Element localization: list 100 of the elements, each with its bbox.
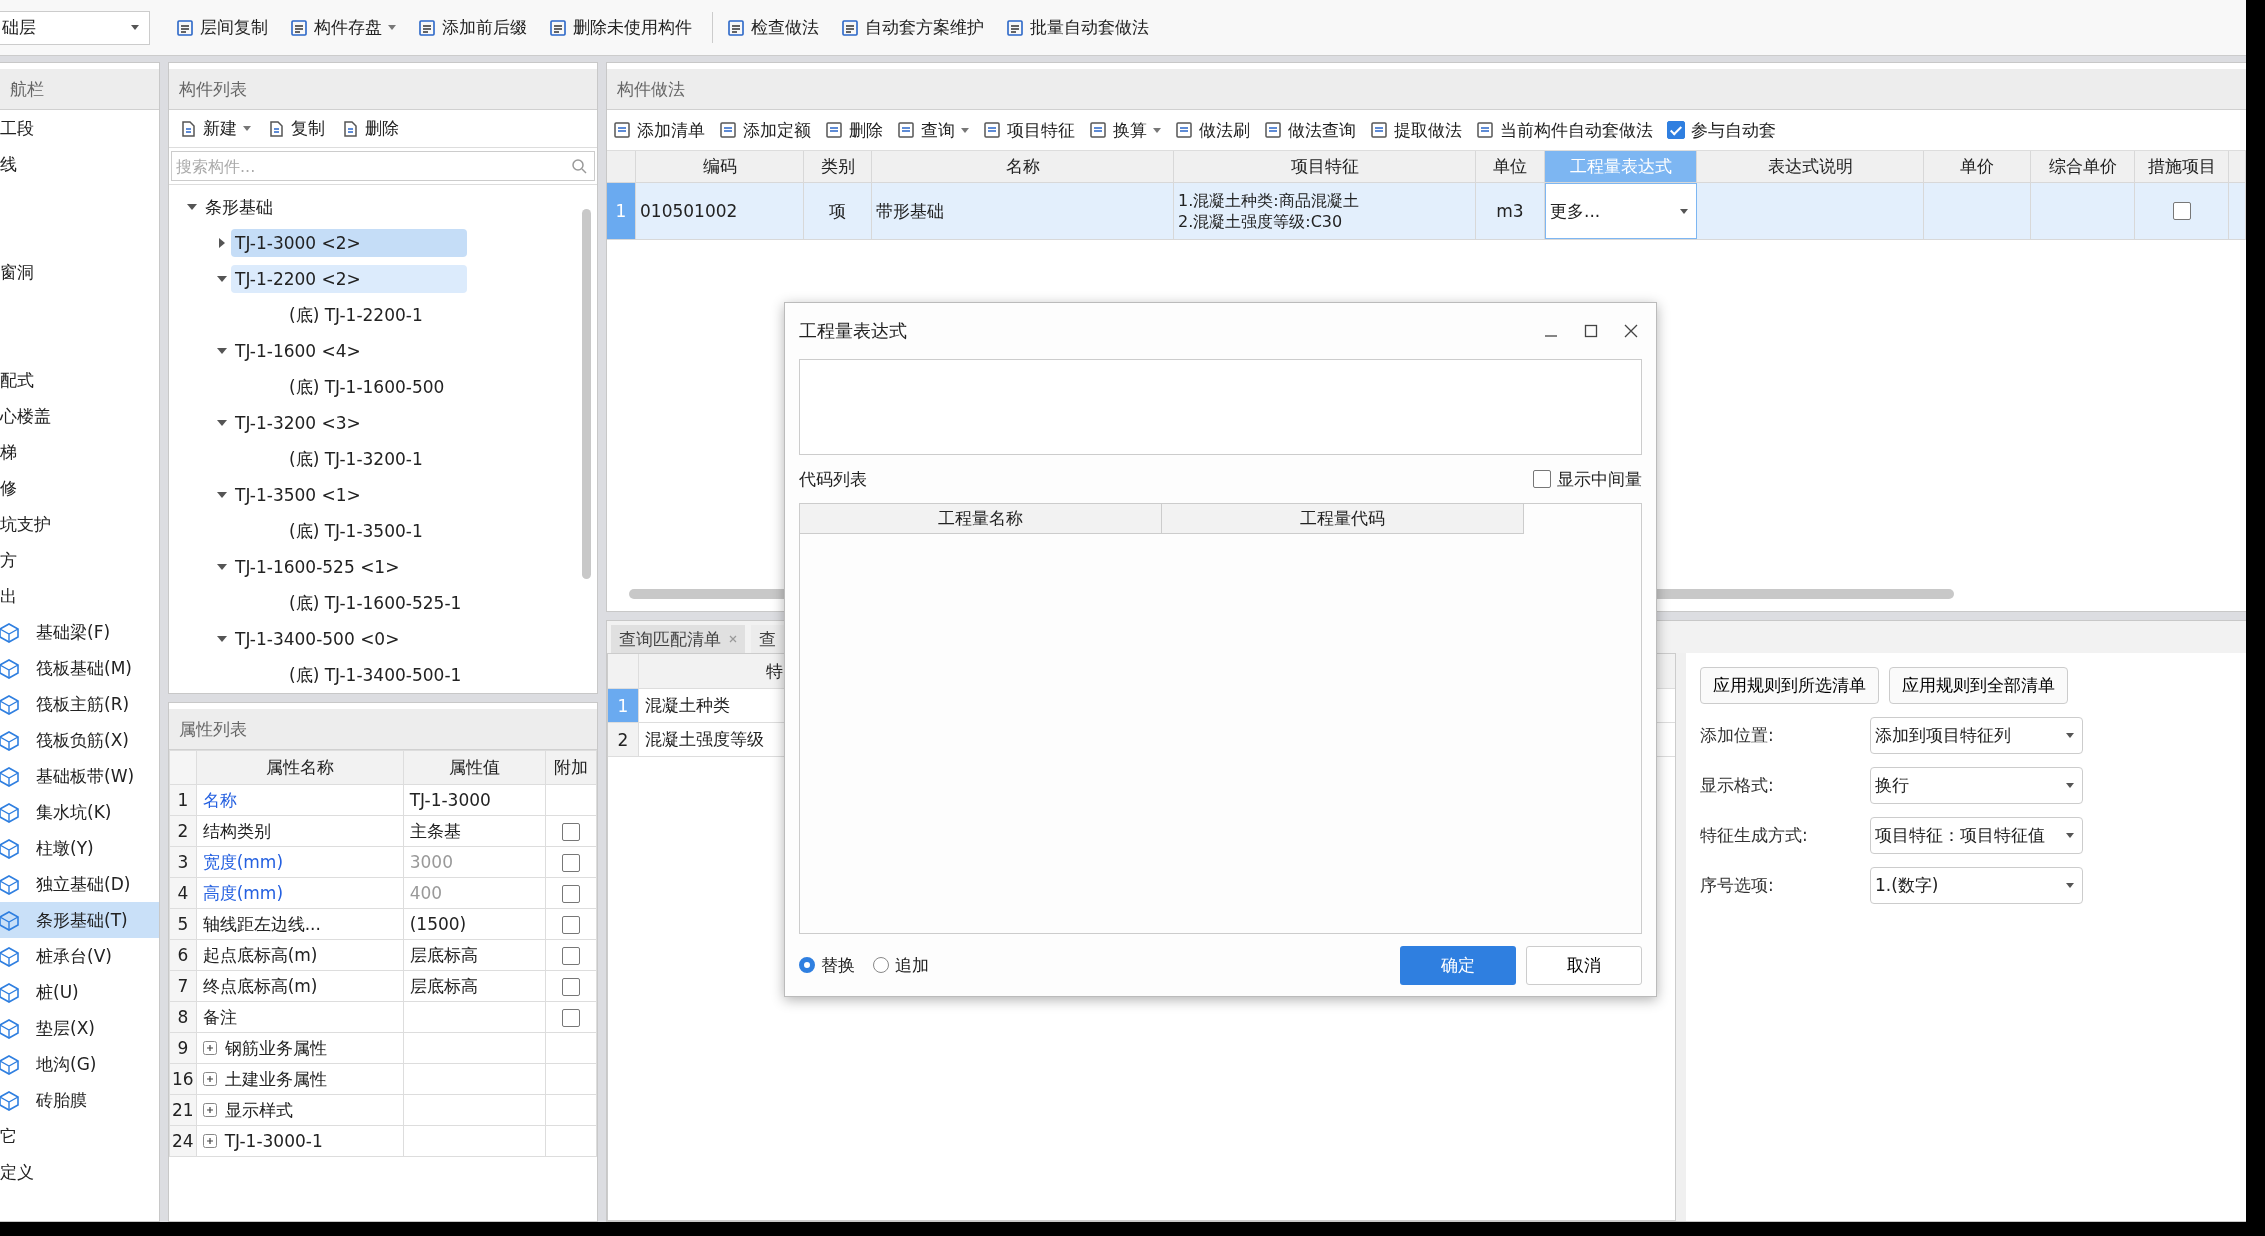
toolbar-button[interactable]: 新建 [171, 113, 259, 144]
toolbar-button[interactable]: 添加清单 [607, 114, 711, 146]
tab[interactable]: 查询匹配清单 [611, 625, 745, 653]
column-header[interactable]: 措施项目 [2135, 151, 2229, 183]
nav-item[interactable]: 筏板主筋(R) [0, 686, 159, 722]
apply-rule-button[interactable]: 应用规则到所选清单 [1700, 667, 1879, 704]
apply-rule-button[interactable]: 应用规则到全部清单 [1889, 667, 2068, 704]
tree-item[interactable]: TJ-1-3500 <1> [231, 481, 467, 509]
floor-select[interactable]: 础层 [0, 10, 150, 45]
expression-field[interactable] [799, 359, 1642, 455]
auto-apply-checkbox[interactable]: 参与自动套 [1667, 118, 1776, 142]
dropdown-field[interactable]: 换行 [1870, 767, 2083, 804]
table-row[interactable]: 1 010501002 项 带形基础 1.混凝土种类:商品混凝土 2.混凝土强度等级:C30 m3 更多... [607, 183, 2246, 240]
radio-option[interactable]: 追加 [873, 953, 929, 977]
row-number[interactable]: 2 [608, 723, 639, 756]
expander-icon[interactable] [217, 490, 227, 500]
tree-item[interactable]: TJ-1-3200 <3> [231, 409, 467, 437]
nav-category[interactable]: 它 [0, 1124, 17, 1148]
tree-item[interactable]: TJ-1-1600-525 <1> [231, 553, 467, 581]
nav-item[interactable]: 独立基础(D) [0, 866, 159, 902]
checkbox[interactable] [562, 823, 580, 841]
tree-item[interactable]: TJ-1-1600 <4> [231, 337, 467, 365]
nav-item[interactable]: 条形基础(T) [0, 902, 159, 938]
column-header[interactable]: 综合单价 [2031, 151, 2135, 183]
column-header[interactable]: 表达式说明 [1697, 151, 1924, 183]
nav-item[interactable]: 筏板基础(M) [0, 650, 159, 686]
column-header[interactable]: 类别 [804, 151, 872, 183]
scrollbar[interactable] [582, 209, 591, 579]
expander-icon[interactable] [217, 346, 227, 356]
nav-category[interactable]: 梯 [0, 440, 17, 464]
nav-item[interactable]: 柱墩(Y) [0, 830, 159, 866]
nav-item[interactable]: 垫层(X) [0, 1010, 159, 1046]
column-header[interactable]: 单价 [1924, 151, 2031, 183]
tree-item[interactable]: (底) TJ-1-3400-500-1 [285, 659, 466, 691]
expand-icon[interactable] [202, 1134, 217, 1148]
expander-icon[interactable] [217, 274, 227, 284]
nav-category[interactable]: 定义 [0, 1160, 34, 1184]
toolbar-button[interactable]: 复制 [259, 113, 333, 144]
nav-category[interactable]: 方 [0, 548, 17, 572]
toolbar-button[interactable]: 自动套方案维护 [833, 12, 992, 43]
expand-icon[interactable] [202, 1072, 217, 1086]
search-field[interactable]: 搜索构件... [171, 151, 595, 181]
toolbar-button[interactable]: 添加前后缀 [410, 12, 535, 43]
checkbox[interactable] [562, 947, 580, 965]
expander-icon[interactable] [217, 238, 227, 248]
toolbar-button[interactable]: 换算 [1083, 114, 1167, 146]
column-header[interactable]: 单位 [1476, 151, 1545, 183]
checkbox[interactable] [1533, 470, 1551, 488]
checkbox[interactable] [562, 916, 580, 934]
checkbox[interactable] [562, 1009, 580, 1027]
tree-item[interactable]: (底) TJ-1-2200-1 [285, 299, 427, 331]
dropdown-field[interactable]: 1.(数字) [1870, 867, 2083, 904]
expander-icon[interactable] [217, 418, 227, 428]
nav-item[interactable]: 桩(U) [0, 974, 159, 1010]
toolbar-button[interactable]: 构件存盘 [282, 12, 404, 43]
tree-item[interactable]: TJ-1-3000 <2> [231, 229, 467, 257]
column-header[interactable]: 项目特征 [1174, 151, 1476, 183]
nav-item[interactable]: 基础板带(W) [0, 758, 159, 794]
nav-category[interactable]: 工段 [0, 116, 34, 140]
nav-item[interactable]: 砖胎膜 [0, 1082, 159, 1118]
nav-category[interactable]: 心楼盖 [0, 404, 51, 428]
cancel-button[interactable]: 取消 [1526, 945, 1642, 985]
toolbar-button[interactable]: 删除 [819, 114, 889, 146]
ok-button[interactable]: 确定 [1400, 945, 1516, 985]
expander-icon[interactable] [217, 562, 227, 572]
tree-item[interactable]: 条形基础 [201, 191, 277, 223]
close-icon[interactable] [1624, 324, 1638, 338]
checkbox[interactable] [1667, 121, 1685, 139]
nav-category[interactable]: 坑支护 [0, 512, 51, 536]
nav-category[interactable]: 修 [0, 476, 17, 500]
dropdown-field[interactable]: 添加到项目特征列 [1870, 717, 2083, 754]
toolbar-button[interactable]: 添加定额 [713, 114, 817, 146]
checkbox[interactable] [2172, 202, 2191, 220]
tree-item[interactable]: TJ-1-2200 <2> [231, 265, 467, 293]
column-header[interactable]: 名称 [872, 151, 1174, 183]
radio-option[interactable]: 替换 [799, 953, 855, 977]
nav-category[interactable]: 线 [0, 152, 17, 176]
expander-icon[interactable] [217, 634, 227, 644]
toolbar-button[interactable]: 当前构件自动套做法 [1470, 114, 1659, 146]
expand-icon[interactable] [202, 1041, 217, 1055]
toolbar-button[interactable]: 层间复制 [168, 12, 276, 43]
tree-item[interactable]: TJ-1-3400-500 <0> [231, 625, 467, 653]
toolbar-button[interactable]: 查询 [891, 114, 975, 146]
toolbar-button[interactable]: 批量自动套做法 [998, 12, 1157, 43]
nav-item[interactable]: 桩承台(V) [0, 938, 159, 974]
toolbar-button[interactable]: 提取做法 [1364, 114, 1468, 146]
show-intermediate-checkbox[interactable]: 显示中间量 [1533, 467, 1642, 491]
tree-item[interactable]: (底) TJ-1-3500-1 [285, 515, 427, 547]
dropdown-field[interactable]: 项目特征：项目特征值 [1870, 817, 2083, 854]
toolbar-button[interactable]: 项目特征 [977, 114, 1081, 146]
nav-item[interactable]: 筏板负筋(X) [0, 722, 159, 758]
column-header[interactable]: 编码 [636, 151, 804, 183]
toolbar-button[interactable]: 删除未使用构件 [541, 12, 700, 43]
maximize-icon[interactable] [1584, 324, 1598, 338]
toolbar-button[interactable]: 做法刷 [1169, 114, 1256, 146]
nav-category[interactable]: 出 [0, 584, 17, 608]
nav-item[interactable]: 地沟(G) [0, 1046, 159, 1082]
tab[interactable]: 查 [751, 625, 784, 653]
nav-item[interactable]: 集水坑(K) [0, 794, 159, 830]
checkbox[interactable] [562, 978, 580, 996]
